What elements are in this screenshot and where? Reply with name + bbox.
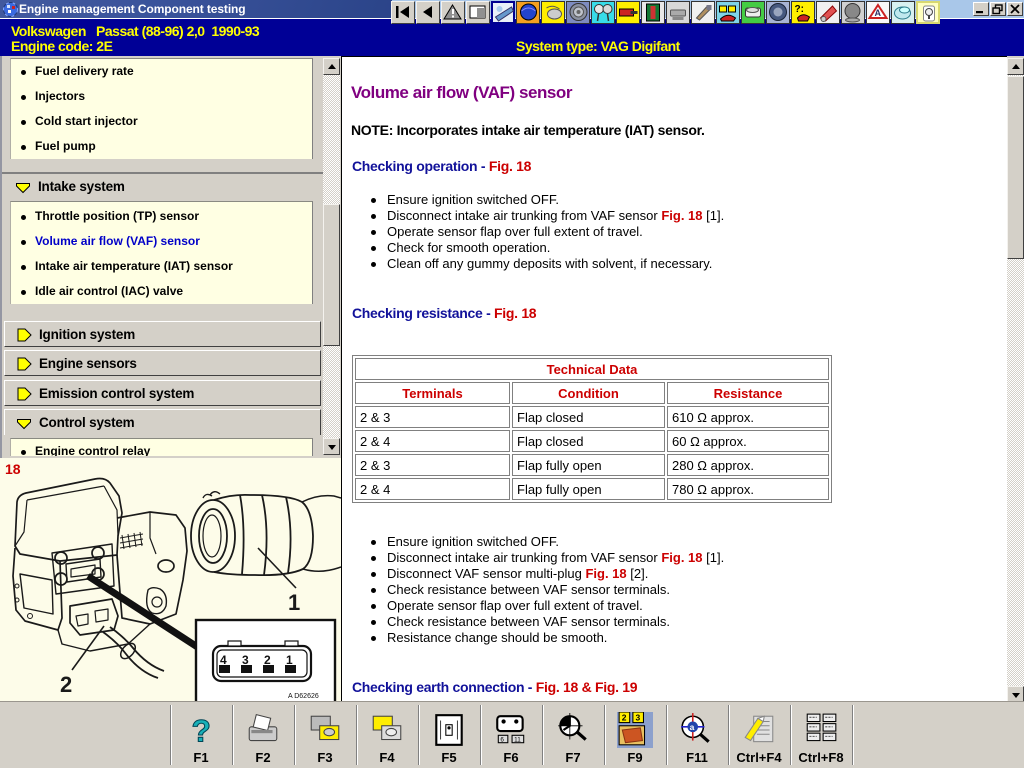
svg-text:A D62626: A D62626 [288, 693, 319, 700]
svg-text:?:: ?: [795, 4, 804, 15]
svg-text:11: 11 [514, 737, 521, 744]
svg-text:3: 3 [636, 712, 641, 722]
svg-text:2: 2 [264, 653, 271, 667]
svg-text:1: 1 [288, 590, 300, 615]
svg-text:2: 2 [60, 672, 72, 697]
svg-text:3: 3 [242, 653, 249, 667]
svg-text:?: ? [191, 713, 210, 748]
svg-text:1: 1 [286, 653, 293, 667]
svg-text:A: A [875, 8, 882, 18]
svg-text:2: 2 [622, 712, 627, 722]
svg-text:4: 4 [220, 653, 227, 667]
svg-text:6: 6 [500, 737, 504, 744]
svg-text:a: a [690, 722, 695, 732]
